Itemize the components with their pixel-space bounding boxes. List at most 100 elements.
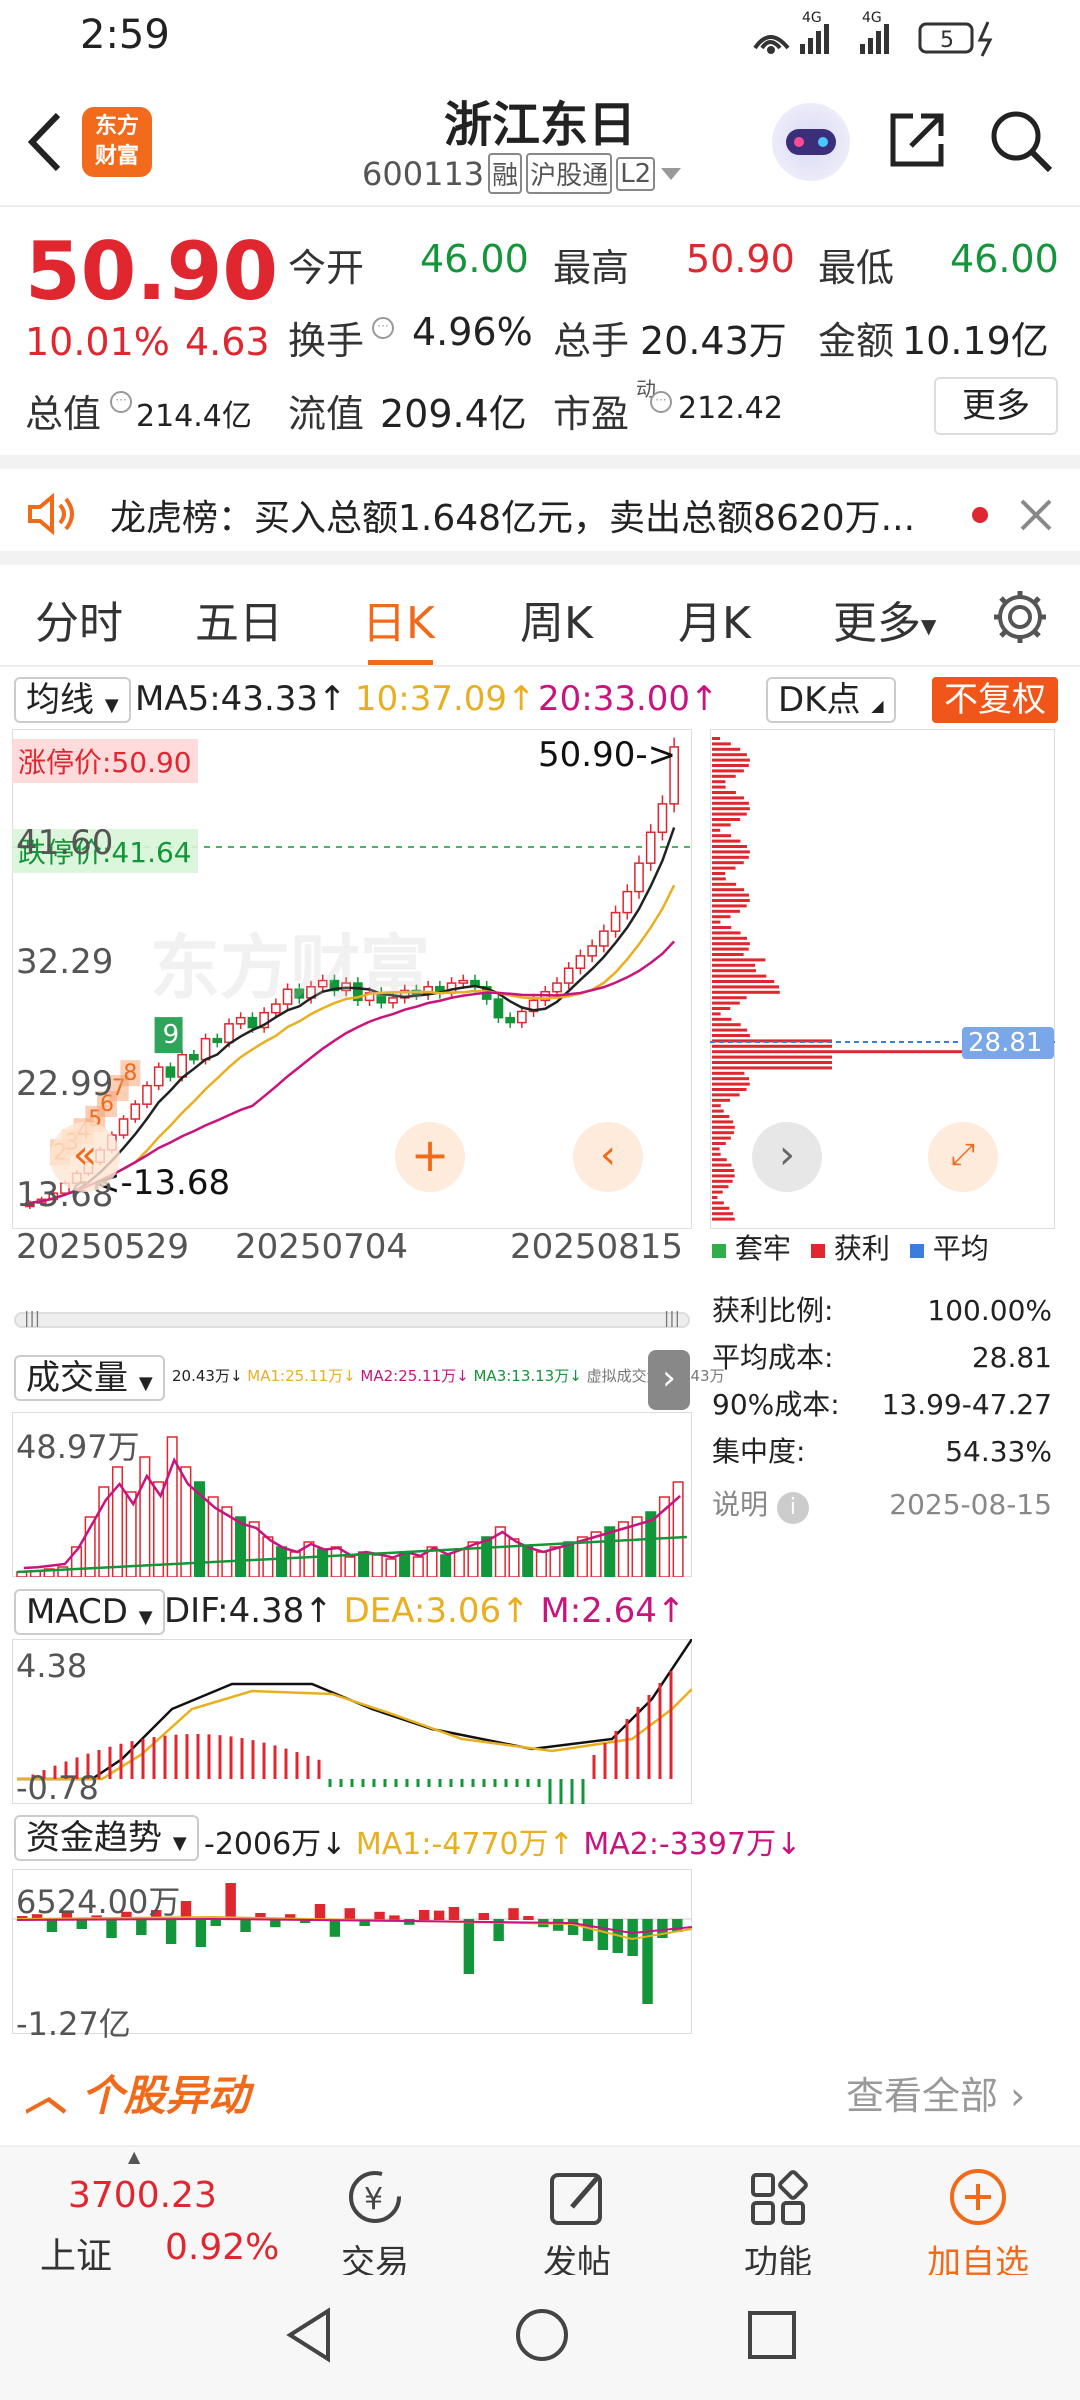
candle bbox=[563, 967, 574, 984]
volume-bar bbox=[289, 1551, 301, 1577]
chip-bar bbox=[712, 828, 721, 832]
chip-bar bbox=[712, 920, 721, 924]
ma10-value: 10:37.09↑ bbox=[355, 679, 536, 719]
chip-bar bbox=[712, 942, 750, 946]
fund-bar bbox=[344, 1908, 355, 1920]
chip-bar bbox=[712, 1088, 747, 1091]
candle bbox=[575, 955, 586, 969]
chip-bar bbox=[712, 888, 745, 892]
fund-bottom: -1.27亿 bbox=[16, 2005, 131, 2043]
chip-bar bbox=[712, 1190, 723, 1194]
nav-home-icon[interactable] bbox=[512, 2305, 572, 2365]
dragon-tiger-notice[interactable]: 龙虎榜：买入总额1.648亿元，卖出总额8620万... bbox=[0, 455, 1080, 565]
x-tick: 20250815 bbox=[510, 1227, 684, 1267]
nav-post[interactable]: 发帖 bbox=[517, 2167, 637, 2284]
x-tick: 20250529 bbox=[16, 1227, 190, 1267]
chip-bar bbox=[712, 1061, 832, 1064]
candle bbox=[200, 1037, 211, 1061]
avg-cost-label: 28.81 bbox=[968, 1028, 1042, 1058]
volume-bar bbox=[563, 1541, 575, 1577]
candle bbox=[634, 862, 644, 893]
volume-bar bbox=[330, 1546, 342, 1577]
system-nav-bar bbox=[0, 2275, 1080, 2400]
chip-bar bbox=[712, 791, 736, 794]
amount-label: 金额 bbox=[818, 319, 895, 363]
open-value: 46.00 bbox=[420, 237, 529, 281]
tab-five-day[interactable]: 五日 bbox=[195, 587, 283, 651]
tab-more[interactable]: 更多▼ bbox=[833, 587, 936, 651]
chip-bar bbox=[712, 742, 731, 746]
chip-bar bbox=[712, 1071, 745, 1075]
indicator-select[interactable]: 均线 ▼ bbox=[14, 677, 131, 723]
chip-bar bbox=[712, 1217, 735, 1221]
nav-functions[interactable]: 功能 bbox=[718, 2167, 838, 2284]
candle bbox=[458, 979, 469, 984]
fast-back-icon[interactable]: « bbox=[50, 1122, 120, 1192]
tab-intraday[interactable]: 分时 bbox=[35, 587, 123, 651]
view-all-link[interactable]: 查看全部 › bbox=[846, 2065, 1025, 2120]
volume-top: 48.97万 bbox=[16, 1428, 140, 1466]
nav-trade[interactable]: ¥ 交易 bbox=[315, 2167, 435, 2284]
settings-gear-icon[interactable] bbox=[990, 587, 1050, 647]
pe-value: 212.42 bbox=[678, 391, 783, 426]
volume-select[interactable]: 成交量 ▼ bbox=[14, 1355, 165, 1401]
share-icon[interactable] bbox=[885, 108, 949, 172]
range-scrollbar[interactable]: ||| ||| bbox=[14, 1308, 690, 1328]
index-value[interactable]: 3700.23 bbox=[68, 2175, 217, 2216]
assistant-avatar-icon[interactable] bbox=[772, 103, 850, 181]
nav-recents-icon[interactable] bbox=[742, 2305, 802, 2365]
tab-daily-k[interactable]: 日K bbox=[362, 587, 435, 651]
zoom-in-icon[interactable]: + bbox=[395, 1122, 465, 1192]
panel-expand-icon[interactable]: › bbox=[648, 1350, 690, 1410]
fund-trend-select[interactable]: 资金趋势 ▼ bbox=[14, 1815, 199, 1861]
expand-icon[interactable]: ⤢ bbox=[928, 1122, 998, 1192]
search-icon[interactable] bbox=[988, 108, 1054, 174]
chip-bar bbox=[712, 1185, 729, 1189]
chip-bar bbox=[712, 980, 775, 983]
dropdown-icon bbox=[661, 167, 682, 180]
volume-bar bbox=[481, 1536, 493, 1577]
chip-bar bbox=[712, 1007, 731, 1010]
tab-monthly-k[interactable]: 月K bbox=[678, 587, 751, 651]
candle bbox=[165, 1066, 176, 1078]
last-price: 50.90 bbox=[25, 225, 279, 318]
ma5-value: MA5:43.33↑ bbox=[135, 679, 347, 719]
fund-bar bbox=[433, 1910, 445, 1920]
chip-next-icon[interactable]: › bbox=[752, 1122, 822, 1192]
macd-bottom: -0.78 bbox=[16, 1769, 99, 1807]
macd-select[interactable]: MACD ▼ bbox=[14, 1589, 165, 1635]
quote-panel: 50.90 10.01% 4.63 今开 46.00 最高 50.90 最低 4… bbox=[0, 205, 1080, 460]
volume-value: 20.43万 bbox=[640, 319, 787, 363]
section-title: ︿ 个股异动 bbox=[25, 2071, 250, 2120]
chip-bar bbox=[712, 1104, 721, 1108]
chip-bar bbox=[712, 904, 747, 908]
close-icon[interactable] bbox=[1018, 497, 1054, 533]
chip-bar bbox=[712, 936, 748, 940]
nav-add-watchlist[interactable]: 加自选 bbox=[918, 2167, 1038, 2284]
volume-bar bbox=[399, 1551, 411, 1577]
period-tabs: 分时 五日 日K 周K 月K 更多▼ bbox=[0, 565, 1080, 667]
chip-bar bbox=[712, 1206, 730, 1210]
tag-margin: 融 bbox=[488, 153, 523, 194]
chip-bar bbox=[712, 996, 747, 1000]
adjust-button[interactable]: 不复权 bbox=[932, 677, 1058, 723]
chip-bar bbox=[712, 1169, 735, 1172]
volume-bar bbox=[235, 1516, 247, 1577]
more-button[interactable]: 更多 bbox=[934, 377, 1058, 435]
tab-weekly-k[interactable]: 周K bbox=[520, 587, 593, 651]
net-type-1: 4G bbox=[802, 10, 822, 26]
stock-header: 东方 财富 浙江东日 600113 融 沪股通 L2 bbox=[0, 75, 1080, 205]
open-label: 今开 bbox=[288, 246, 365, 290]
fund-legend: -2006万↓ MA1:-4770万↑ MA2:-3397万↓ bbox=[204, 1827, 802, 1862]
chip-bar bbox=[712, 1115, 730, 1118]
dk-point-button[interactable]: DK点 ◢ bbox=[766, 677, 896, 723]
chip-bar bbox=[712, 1179, 733, 1183]
fund-bar bbox=[225, 1883, 236, 1920]
scroll-left-icon[interactable]: ‹ bbox=[573, 1122, 643, 1192]
volume-bar bbox=[317, 1548, 329, 1577]
fund-bar bbox=[314, 1904, 326, 1920]
nav-back-icon[interactable] bbox=[282, 2305, 338, 2365]
candle bbox=[587, 945, 597, 957]
x-tick: 20250704 bbox=[235, 1227, 409, 1267]
fund-bar bbox=[374, 1911, 385, 1920]
